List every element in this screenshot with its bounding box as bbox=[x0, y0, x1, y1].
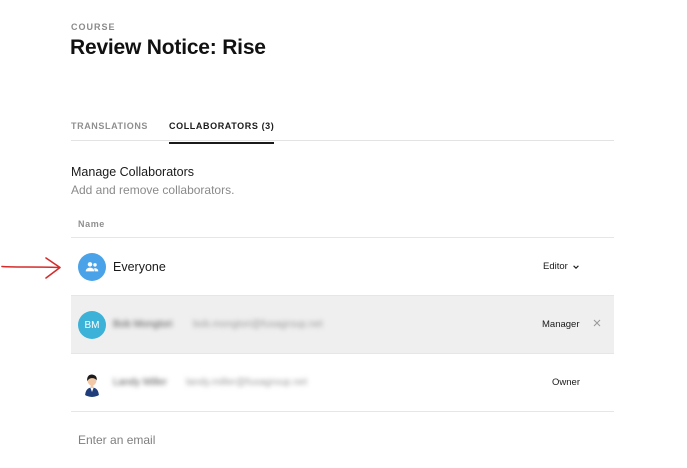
avatar bbox=[78, 253, 106, 281]
avatar: BM bbox=[78, 311, 106, 339]
arrow-right-icon bbox=[1, 257, 61, 279]
tab-collaborators[interactable]: COLLABORATORS (3) bbox=[169, 121, 275, 144]
column-header-name: Name bbox=[78, 219, 105, 229]
collaborator-email: bob.mongtori@fusagroup.net bbox=[193, 319, 323, 330]
collaborator-name: Landy Miller bbox=[113, 377, 167, 388]
person-avatar-icon bbox=[85, 374, 99, 397]
page-kicker: COURSE bbox=[71, 22, 116, 32]
collaborator-name: Bob Mongtori bbox=[113, 319, 173, 330]
chevron-down-icon bbox=[573, 264, 579, 269]
section-title: Manage Collaborators bbox=[71, 165, 194, 179]
tab-bar: TRANSLATIONS COLLABORATORS (3) bbox=[71, 114, 614, 144]
close-icon[interactable] bbox=[592, 318, 602, 328]
role-label: Owner bbox=[552, 377, 580, 388]
email-input[interactable] bbox=[71, 425, 614, 455]
collaborator-row: BM Bob Mongtori bob.mongtori@fusagroup.n… bbox=[71, 296, 614, 354]
section-subtitle: Add and remove collaborators. bbox=[71, 183, 235, 197]
people-icon bbox=[85, 262, 99, 272]
collaborator-name: Everyone bbox=[113, 260, 166, 274]
collaborator-email: landy.miller@fusagroup.net bbox=[186, 377, 308, 388]
role-label: Manager bbox=[542, 319, 580, 330]
collaborator-row: Landy Miller landy.miller@fusagroup.net … bbox=[71, 354, 614, 412]
role-label: Editor bbox=[543, 261, 568, 272]
page-title: Review Notice: Rise bbox=[70, 36, 266, 59]
role-dropdown[interactable]: Editor bbox=[543, 261, 580, 272]
avatar-initials: BM bbox=[84, 319, 100, 331]
avatar bbox=[78, 369, 106, 397]
collaborator-row-everyone: Everyone Editor bbox=[71, 238, 614, 296]
tab-translations[interactable]: TRANSLATIONS bbox=[71, 121, 148, 142]
